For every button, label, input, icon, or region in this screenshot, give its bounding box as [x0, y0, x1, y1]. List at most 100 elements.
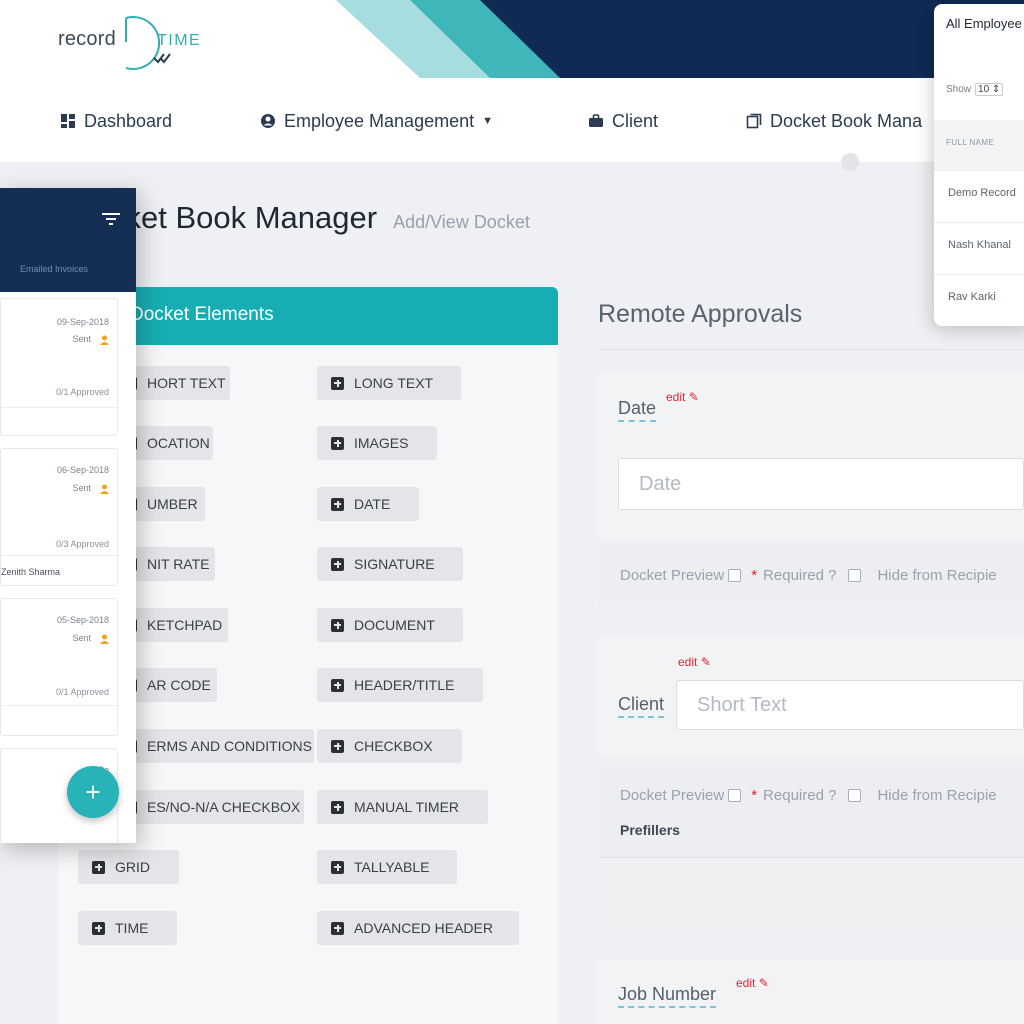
element-yes-no-checkbox-button[interactable]: ES/NO-N/A CHECKBOX	[110, 790, 304, 824]
caret-down-icon: ▼	[482, 115, 493, 127]
add-fab-button[interactable]: +	[67, 766, 119, 818]
page-size-control: Show 10 ⇕	[946, 83, 1004, 96]
page-title: cket Book Manager Add/View Docket	[110, 200, 530, 236]
date-field-card: Date edit ✎ Date	[598, 374, 1024, 538]
briefcase-icon	[589, 114, 603, 127]
prefillers-area	[598, 857, 1024, 933]
element-header-title-button[interactable]: HEADER/TITLE	[317, 668, 483, 702]
required-checkbox[interactable]	[848, 568, 862, 582]
divider	[1, 407, 119, 408]
element-label: LONG TEXT	[354, 375, 434, 391]
element-terms-button[interactable]: ERMS AND CONDITIONS	[110, 729, 314, 763]
edit-label: edit	[736, 976, 756, 990]
header-banner-graphic	[336, 0, 1024, 78]
element-label: NIT RATE	[147, 556, 210, 572]
nav-active-indicator	[841, 153, 859, 171]
plus-square-icon	[331, 376, 344, 390]
element-label: SIGNATURE	[354, 556, 435, 572]
logo-word-time: TIME	[157, 32, 202, 49]
element-label: ERMS AND CONDITIONS	[147, 738, 312, 754]
element-long-text-button[interactable]: LONG TEXT	[317, 366, 461, 400]
edit-label: edit	[678, 655, 698, 669]
divider	[598, 349, 1024, 350]
divider	[1, 705, 119, 706]
invoice-approved: 0/3 Approved	[55, 539, 109, 549]
edit-date-link[interactable]: edit ✎	[666, 390, 699, 404]
element-checkbox-button[interactable]: CHECKBOX	[317, 729, 462, 763]
element-manual-timer-button[interactable]: MANUAL TIMER	[317, 790, 488, 824]
employee-icon	[261, 114, 275, 128]
column-header-full-name[interactable]: FULL NAME	[946, 138, 994, 147]
element-label: ES/NO-N/A CHECKBOX	[147, 799, 301, 815]
employee-name: Demo Record	[948, 187, 1016, 199]
invoice-date: 06-Sep-2018	[56, 465, 109, 475]
element-signature-button[interactable]: SIGNATURE	[317, 547, 463, 581]
element-time-button[interactable]: TIME	[78, 911, 177, 945]
invoice-recipient-name: Zenith Sharma	[1, 567, 61, 577]
record-time-logo[interactable]: record TIME	[58, 12, 208, 72]
table-row[interactable]: Rav Karki	[934, 274, 1024, 326]
nav-dashboard-label: Dashboard	[84, 110, 173, 131]
invoice-date: 05-Sep-2018	[56, 615, 109, 625]
element-label: AR CODE	[147, 677, 211, 693]
job-number-field-card: Job Number edit ✎	[598, 960, 1024, 1024]
job-number-field-label: Job Number	[618, 984, 717, 1008]
invoice-status: Sent	[72, 633, 91, 643]
element-date-button[interactable]: DATE	[317, 487, 419, 521]
plus-square-icon	[331, 436, 344, 450]
show-label: Show	[946, 84, 972, 95]
edit-job-number-link[interactable]: edit ✎	[736, 976, 769, 990]
invoice-approved: 0/1 Approved	[55, 387, 109, 397]
element-label: DOCUMENT	[354, 617, 435, 633]
nav-employee-management[interactable]: Employee Management ▼	[260, 106, 493, 136]
client-input[interactable]: Short Text	[676, 680, 1024, 730]
person-icon	[100, 484, 109, 494]
person-icon	[100, 634, 109, 644]
element-tallyable-button[interactable]: TALLYABLE	[317, 850, 457, 884]
logo-word-record: record	[58, 28, 116, 50]
nav-employee-management-label: Employee Management	[284, 110, 475, 131]
invoice-date: 09-Sep-2018	[56, 317, 109, 327]
nav-docket-book-manager[interactable]: Docket Book Mana	[746, 106, 922, 136]
element-grid-button[interactable]: GRID	[78, 850, 179, 884]
invoice-card[interactable]: 09-Sep-2018 Sent 0/1 Approved	[0, 298, 119, 436]
edit-client-link[interactable]: edit ✎	[678, 655, 711, 669]
table-row[interactable]: Nash Khanal	[934, 222, 1024, 274]
client-input-placeholder: Short Text	[697, 693, 787, 716]
required-checkbox[interactable]	[848, 789, 862, 802]
emailed-invoices-tab[interactable]: Emailed Invoices	[20, 264, 88, 274]
element-label: TALLYABLE	[354, 859, 430, 875]
person-icon	[100, 335, 109, 345]
plus-square-icon	[331, 800, 344, 814]
page-size-select[interactable]: 10 ⇕	[975, 83, 1004, 96]
element-document-button[interactable]: DOCUMENT	[317, 608, 463, 642]
plus-square-icon	[331, 921, 344, 935]
element-label: HEADER/TITLE	[354, 677, 455, 693]
invoice-card[interactable]: 06-Sep-2018 Sent 0/3 Approved Zenith Sha…	[0, 448, 119, 586]
element-advanced-header-button[interactable]: ADVANCED HEADER	[317, 911, 519, 945]
invoice-card[interactable]: 05-Sep-2018 Sent 0/1 Approved	[0, 598, 119, 736]
table-row[interactable]: Demo Record	[934, 170, 1024, 222]
invoice-status: Sent	[72, 334, 91, 344]
docket-preview-checkbox[interactable]	[728, 789, 742, 802]
mobile-app-overlay: Emailed Invoices 09-Sep-2018 Sent 0/1 Ap…	[0, 188, 136, 843]
element-label: GRID	[115, 859, 150, 875]
divider	[1, 555, 119, 556]
plus-square-icon	[92, 921, 105, 935]
edit-label: edit	[666, 390, 686, 404]
main-nav: Dashboard Employee Management ▼ Client D…	[0, 106, 1024, 136]
nav-dashboard[interactable]: Dashboard	[60, 106, 172, 136]
filter-icon[interactable]	[102, 212, 120, 226]
date-options-row: Docket Preview * Required ? Hide from Re…	[598, 545, 1024, 605]
date-field-label: Date	[618, 398, 657, 422]
employee-list-title: All Employee	[946, 16, 1022, 31]
plus-square-icon	[331, 860, 344, 874]
nav-client[interactable]: Client	[588, 106, 658, 136]
client-field-label: Client	[618, 694, 665, 718]
element-label: KETCHPAD	[147, 617, 223, 633]
element-images-button[interactable]: IMAGES	[317, 426, 437, 460]
date-input[interactable]: Date	[618, 458, 1024, 510]
docket-preview-checkbox[interactable]	[728, 568, 742, 582]
chevron-down-icon: ⇕	[991, 84, 1001, 95]
nav-client-label: Client	[612, 110, 659, 131]
